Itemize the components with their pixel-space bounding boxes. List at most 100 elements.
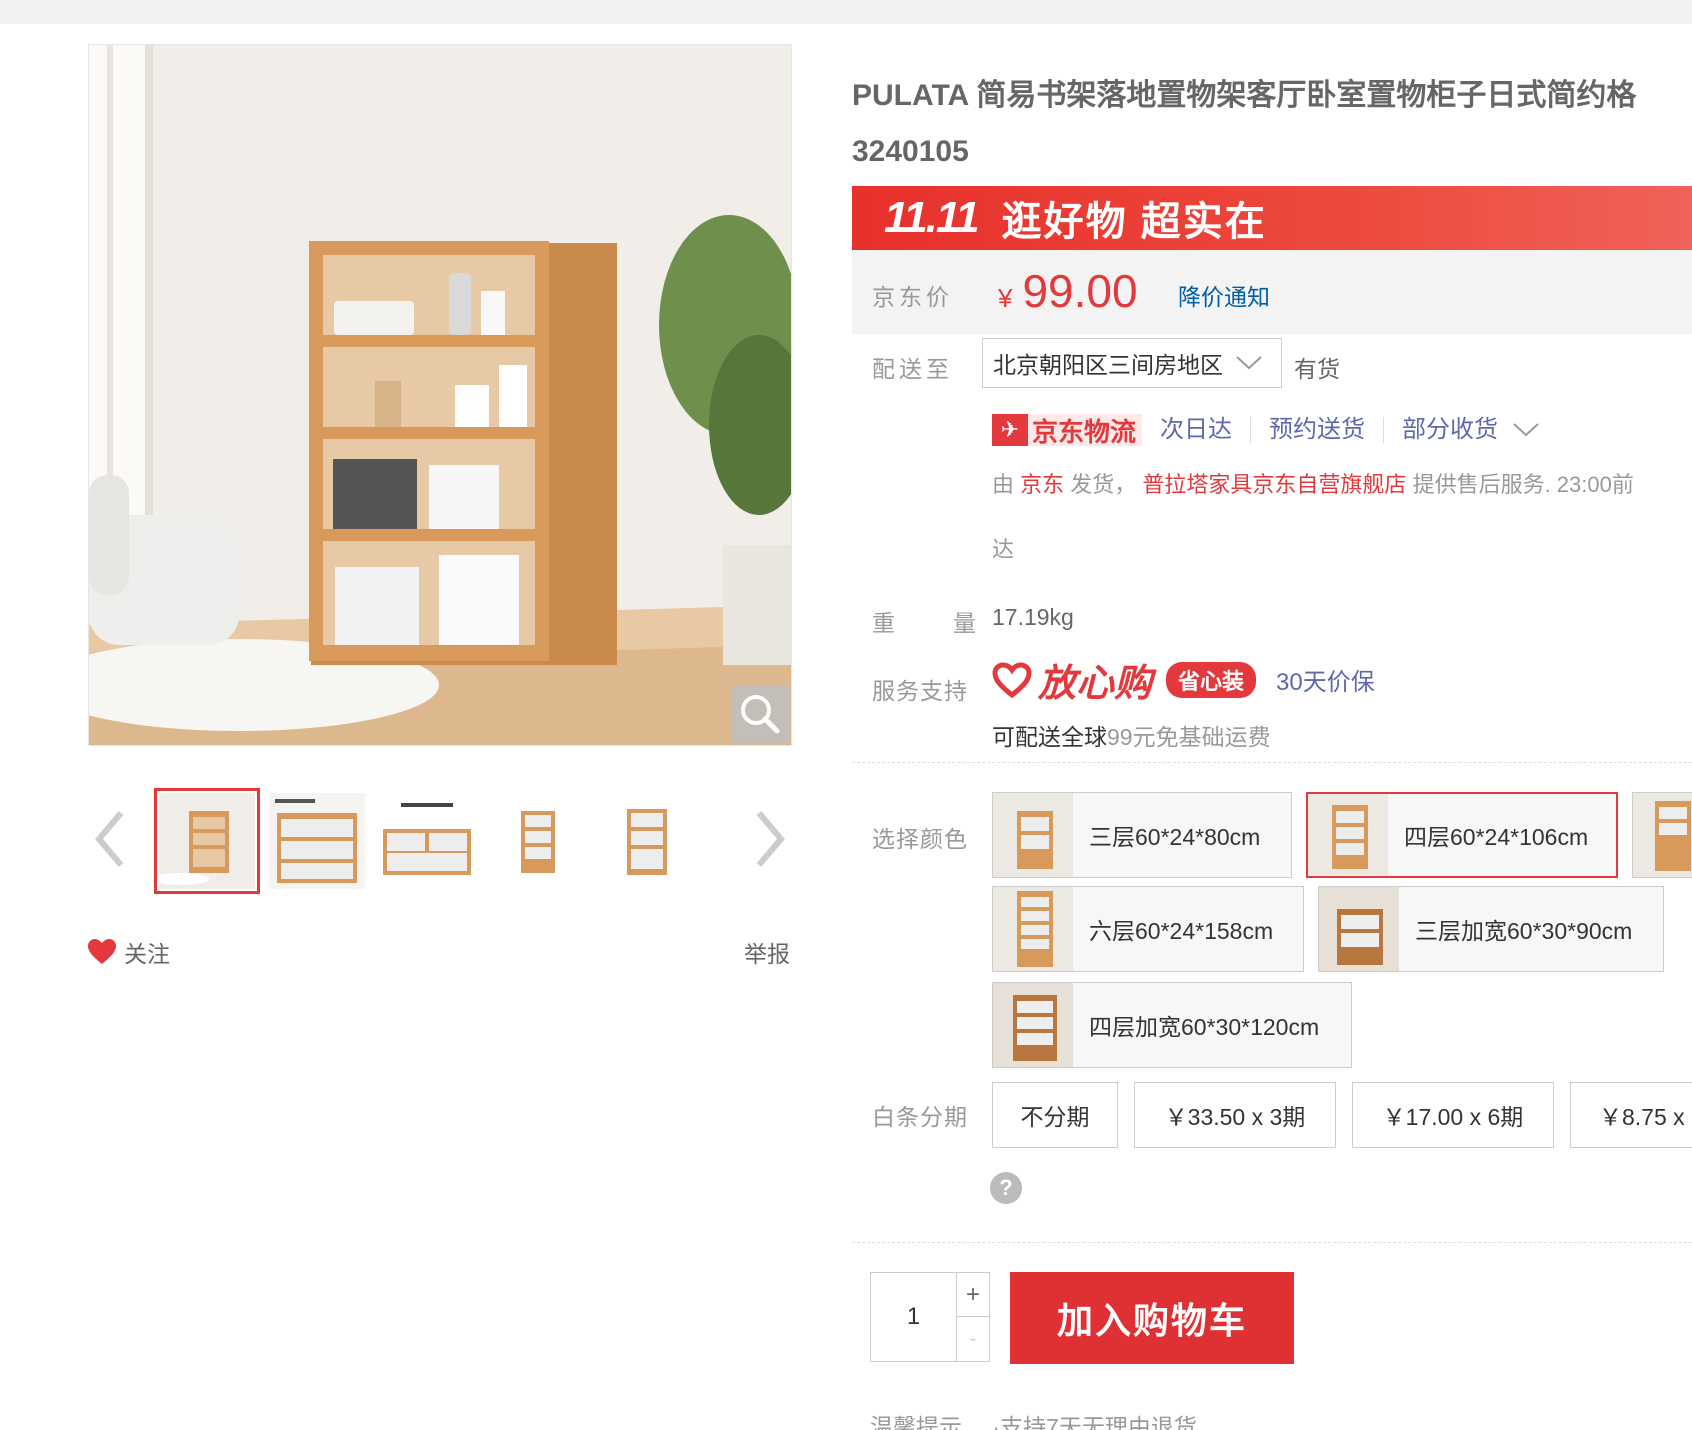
ship-prefix: 由 bbox=[992, 472, 1015, 497]
price-notice-link[interactable]: 降价通知 bbox=[1178, 278, 1270, 312]
logistics-row: ✈ 京东物流 次日达 预约送货 部分收货 bbox=[992, 414, 1558, 447]
installment-option-6[interactable]: ￥17.00 x 6期 bbox=[1352, 1082, 1554, 1148]
shipping-info-cont: 达 bbox=[992, 537, 1015, 562]
color-option-thumb bbox=[993, 793, 1073, 877]
color-option-4[interactable]: 六层60*24*158cm bbox=[992, 886, 1304, 972]
heart-outline-icon bbox=[992, 661, 1032, 698]
chevron-left-icon bbox=[95, 811, 124, 867]
stock-status: 有货 bbox=[1294, 356, 1340, 382]
divider bbox=[852, 762, 1692, 763]
installment-option-3[interactable]: ￥33.50 x 3期 bbox=[1134, 1082, 1336, 1148]
color-option-1[interactable]: 三层60*24*80cm bbox=[992, 792, 1292, 878]
question-icon[interactable]: ? bbox=[990, 1172, 1022, 1204]
global-shipping-b: 99元免基础运费 bbox=[1107, 724, 1271, 750]
thumbnail-3[interactable] bbox=[374, 788, 480, 894]
address-text: 北京朝阳区三间房地区 bbox=[993, 352, 1223, 378]
ship-from-link[interactable]: 京东 bbox=[1020, 472, 1064, 497]
main-product-image[interactable] bbox=[88, 44, 792, 746]
thumbnail-image bbox=[379, 793, 475, 889]
color-option-6[interactable]: 四层加宽60*30*120cm bbox=[992, 982, 1352, 1068]
thumbnail-2[interactable] bbox=[264, 788, 370, 894]
jd-logistics-label: 京东物流 bbox=[1032, 416, 1137, 447]
shengxin-badge[interactable]: 省心装 bbox=[1166, 661, 1257, 698]
color-option-2[interactable]: 四层60*24*106cm bbox=[1306, 792, 1618, 878]
installment-option-none[interactable]: 不分期 bbox=[992, 1082, 1118, 1148]
tips-row: 温馨提示 ·支持7天无理由退货 bbox=[870, 1408, 1197, 1430]
color-option-label: 六层60*24*158cm bbox=[1089, 918, 1274, 944]
delivery-label: 配送至 bbox=[872, 356, 953, 382]
ship-suffix: 提供售后服务. 23:00前 bbox=[1412, 472, 1634, 497]
quantity-input[interactable] bbox=[871, 1273, 957, 1361]
logistics-option-scheduled[interactable]: 预约送货 bbox=[1251, 417, 1385, 443]
price-label: 京东价 bbox=[872, 284, 953, 310]
service-badges: 放心购 省心装 30天价保 bbox=[992, 652, 1375, 707]
thumbnail-1[interactable] bbox=[154, 788, 260, 894]
installment-label: 白条分期 bbox=[872, 1104, 968, 1130]
color-option-thumb bbox=[1308, 794, 1388, 876]
price-box bbox=[852, 250, 1692, 334]
price-value: ¥ 99.00 bbox=[998, 264, 1138, 318]
follow-label: 关注 bbox=[124, 941, 170, 967]
thumbnail-image bbox=[489, 793, 585, 889]
product-title-line1: PULATA 简易书架落地置物架客厅卧室置物柜子日式简约格 bbox=[852, 79, 1637, 112]
chevron-right-icon bbox=[756, 811, 785, 867]
thumbnail-5[interactable] bbox=[594, 788, 700, 894]
shipping-info: 由 京东 发货， 普拉塔家具京东自营旗舰店 提供售后服务. 23:00前 bbox=[992, 468, 1692, 502]
logistics-option-next-day[interactable]: 次日达 bbox=[1142, 417, 1252, 443]
quantity-plus-button[interactable]: + bbox=[957, 1273, 989, 1317]
prev-thumb-button[interactable] bbox=[88, 804, 132, 874]
jd-logistics-icon: ✈ bbox=[992, 414, 1028, 446]
logistics-option-partial[interactable]: 部分收货 bbox=[1384, 417, 1558, 443]
promo-banner[interactable]: 11.11 逛好物 超实在 bbox=[852, 186, 1692, 250]
magnifier-icon bbox=[741, 695, 780, 734]
fangxin-badge[interactable]: 放心购 bbox=[992, 652, 1152, 707]
next-thumb-button[interactable] bbox=[748, 804, 792, 874]
color-option-5[interactable]: 三层加宽60*30*90cm bbox=[1318, 886, 1664, 972]
bookshelf-photo bbox=[89, 45, 791, 745]
color-option-label: 三层60*24*80cm bbox=[1089, 824, 1261, 850]
color-option-label: 四层加宽60*30*120cm bbox=[1089, 1014, 1320, 1040]
color-option-label: 四层60*24*106cm bbox=[1404, 824, 1589, 850]
color-option-thumb bbox=[1633, 793, 1692, 877]
color-option-label: 三层加宽60*30*90cm bbox=[1415, 918, 1633, 944]
address-selector[interactable]: 北京朝阳区三间房地区 bbox=[982, 338, 1282, 388]
tips-text: ·支持7天无理由退货 bbox=[992, 1414, 1197, 1430]
promo-logo: 11.11 bbox=[884, 193, 980, 242]
quantity-minus-button[interactable]: - bbox=[957, 1317, 989, 1361]
add-to-cart-button[interactable]: 加入购物车 bbox=[1010, 1272, 1294, 1364]
thumbnail-image bbox=[159, 793, 255, 889]
jd-logistics-badge: ✈ 京东物流 bbox=[992, 414, 1143, 447]
thumbnail-strip bbox=[88, 786, 792, 896]
color-label: 选择颜色 bbox=[872, 826, 968, 852]
global-shipping: 可配送全球99元免基础运费 bbox=[992, 718, 1271, 752]
weight-label: 重 量 bbox=[872, 610, 980, 636]
follow-button[interactable]: 关注 bbox=[88, 935, 170, 969]
zoom-button[interactable] bbox=[731, 685, 789, 743]
service-label: 服务支持 bbox=[872, 678, 968, 704]
logistics-option-partial-label: 部分收货 bbox=[1402, 416, 1499, 443]
color-option-3[interactable] bbox=[1632, 792, 1692, 878]
color-option-thumb bbox=[1319, 887, 1399, 971]
price-number: 99.00 bbox=[1022, 265, 1138, 317]
tips-label: 温馨提示 bbox=[870, 1414, 962, 1430]
color-option-thumb bbox=[993, 887, 1073, 971]
top-bar bbox=[0, 0, 1692, 24]
weight-value: 17.19kg bbox=[992, 604, 1074, 630]
color-option-thumb bbox=[993, 983, 1073, 1067]
product-title: PULATA 简易书架落地置物架客厅卧室置物柜子日式简约格 3240105 bbox=[852, 68, 1692, 180]
currency-symbol: ¥ bbox=[998, 283, 1013, 313]
thumbnail-image bbox=[269, 793, 365, 889]
product-title-line2: 3240105 bbox=[852, 135, 969, 168]
thumbnail-4[interactable] bbox=[484, 788, 590, 894]
price-protect-link[interactable]: 30天价保 bbox=[1276, 662, 1375, 697]
heart-icon bbox=[88, 939, 116, 964]
installment-option-12[interactable]: ￥8.75 x bbox=[1570, 1082, 1692, 1148]
global-shipping-a: 可配送全球 bbox=[992, 724, 1107, 750]
fangxin-label: 放心购 bbox=[1038, 663, 1153, 705]
quantity-stepper: + - bbox=[870, 1272, 990, 1362]
store-link[interactable]: 普拉塔家具京东自营旗舰店 bbox=[1142, 472, 1406, 497]
promo-slogan: 逛好物 超实在 bbox=[1001, 200, 1267, 244]
report-link[interactable]: 举报 bbox=[744, 935, 790, 969]
thumbnail-image bbox=[599, 793, 695, 889]
chevron-down-icon bbox=[1513, 423, 1539, 437]
